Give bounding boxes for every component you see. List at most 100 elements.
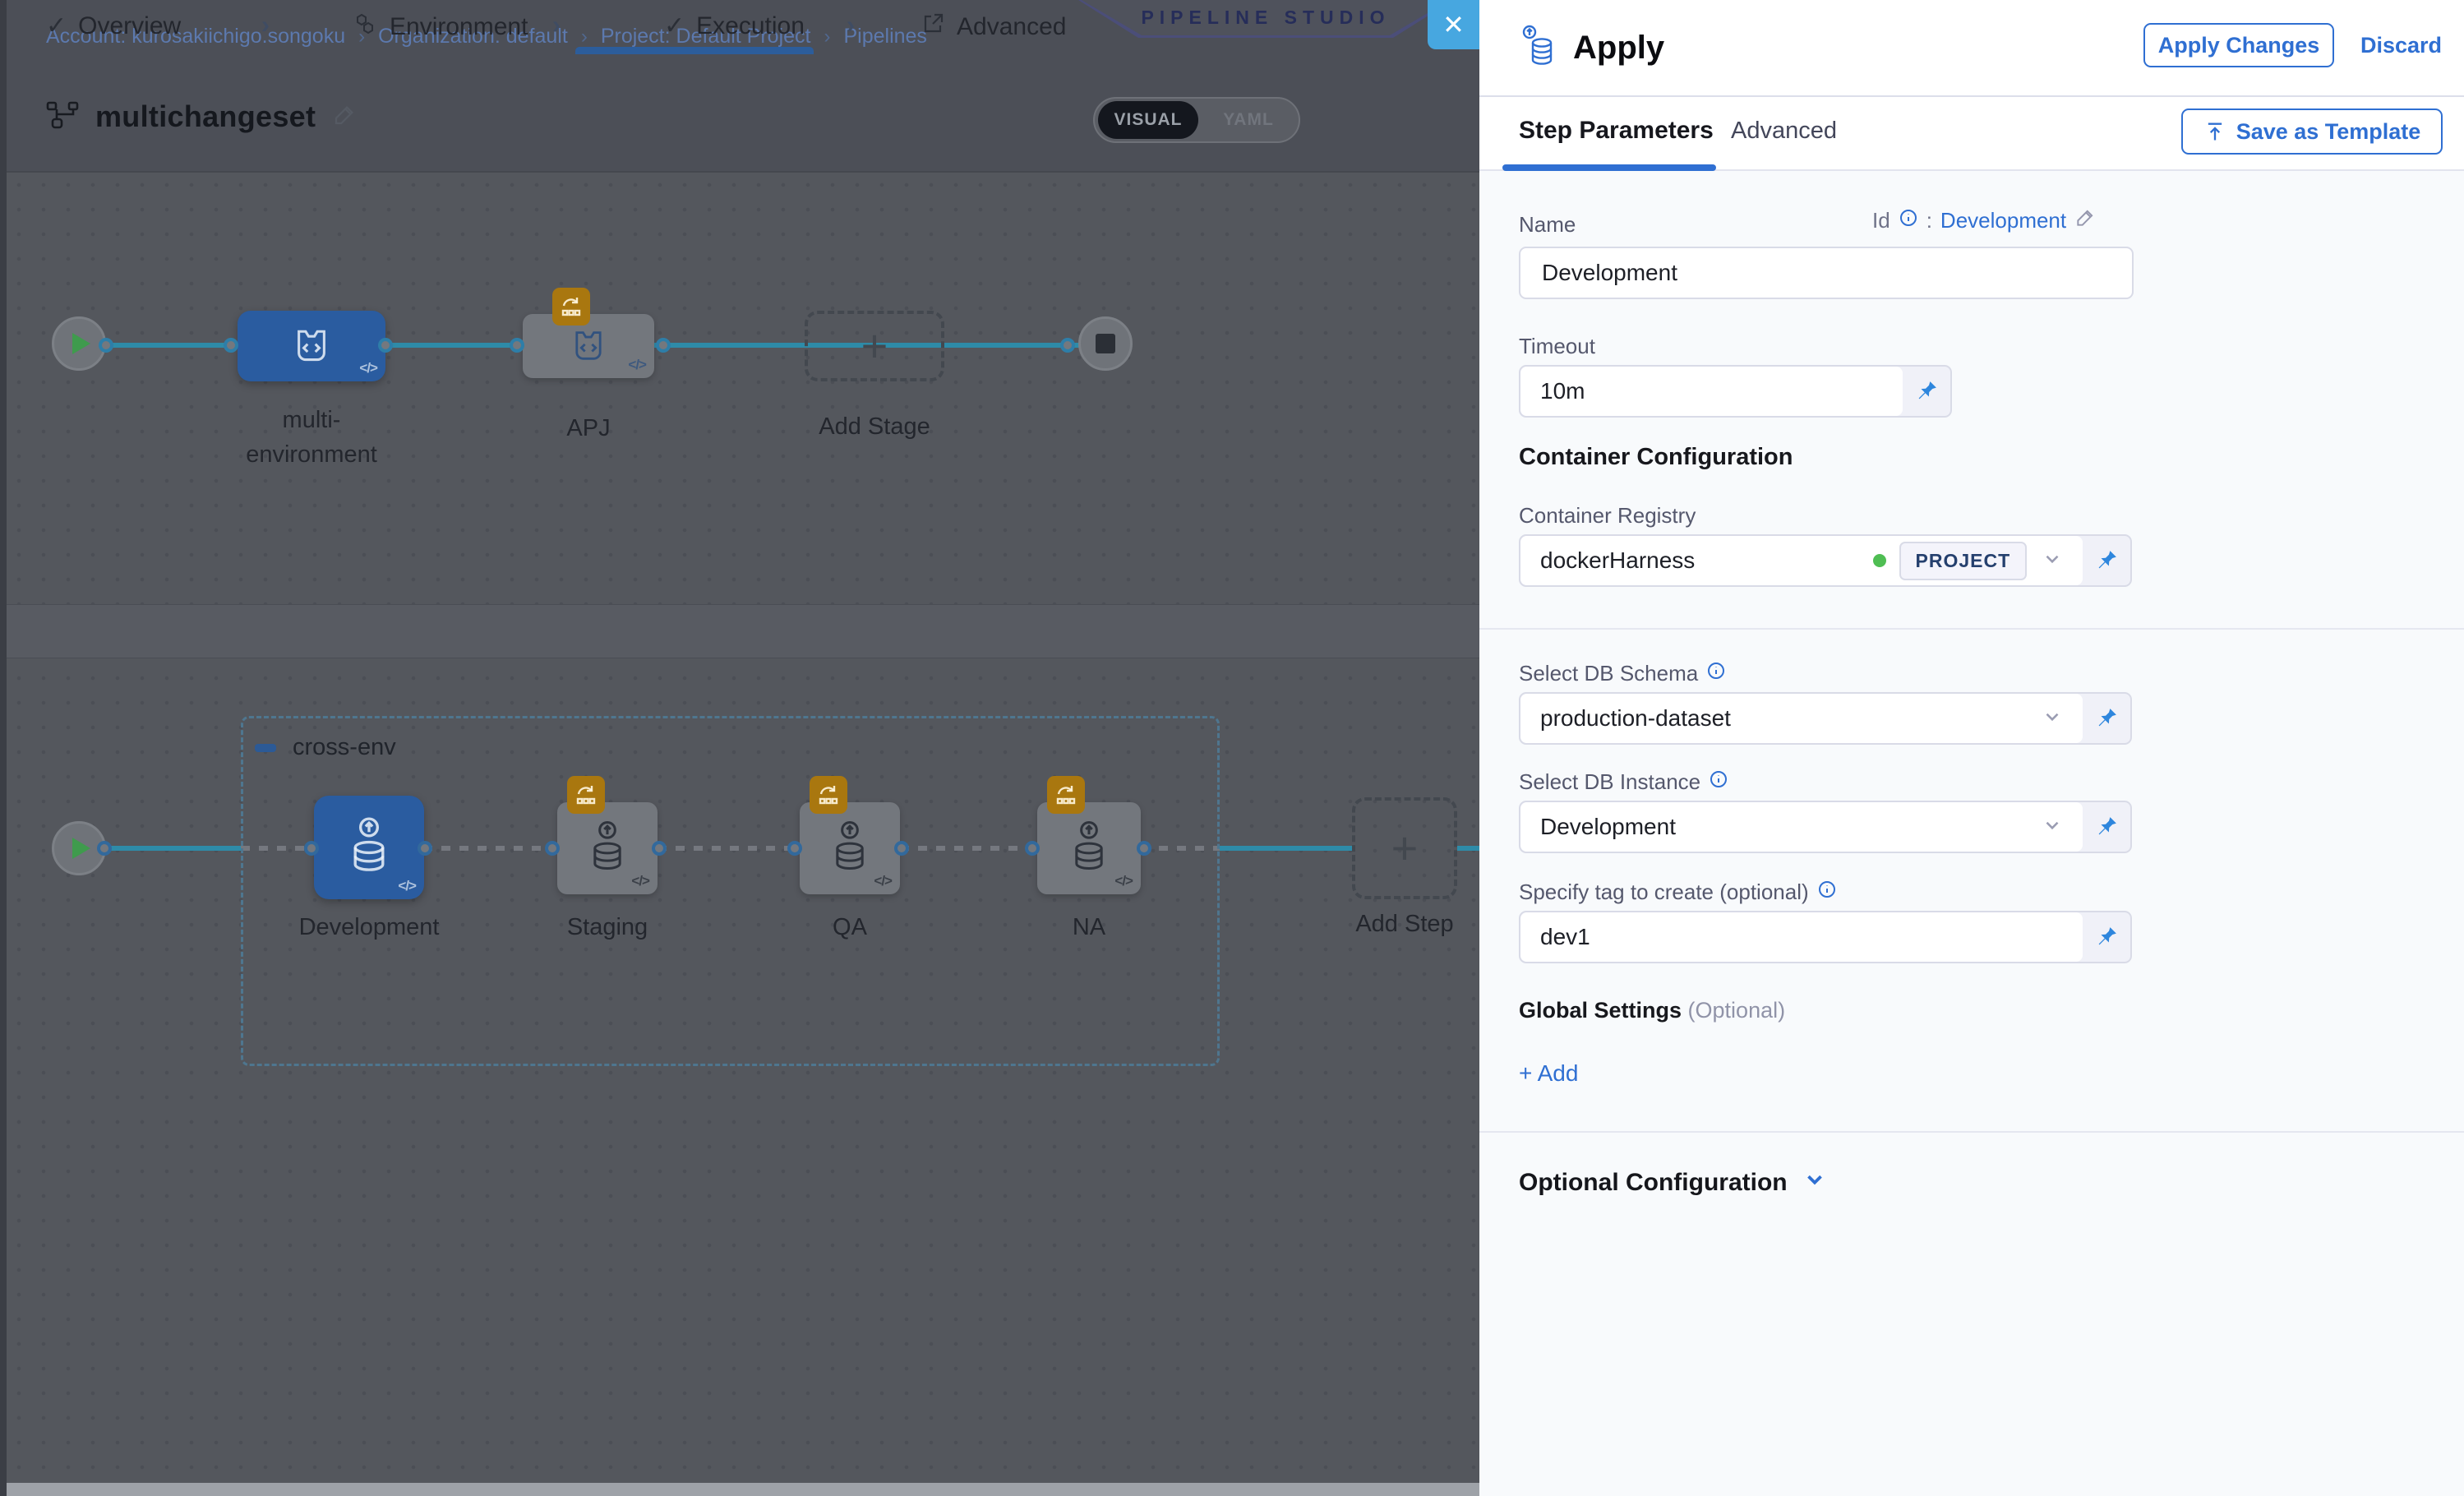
pipeline-studio-badge: PIPELINE STUDIO bbox=[1078, 0, 1453, 38]
stage-node-apj[interactable]: </> bbox=[523, 314, 654, 378]
check-icon: ✓ bbox=[46, 12, 67, 40]
tag-input[interactable] bbox=[1540, 924, 2063, 950]
tab-environment[interactable]: Environment bbox=[353, 12, 528, 43]
connector-port bbox=[510, 338, 524, 353]
close-drawer-button[interactable]: ✕ bbox=[1428, 0, 1479, 49]
db-schema-value: production-dataset bbox=[1540, 705, 2027, 732]
global-settings-heading: Global Settings (Optional) bbox=[1519, 998, 1785, 1023]
chevron-down-icon bbox=[1802, 1167, 1827, 1198]
discard-button[interactable]: Discard bbox=[2360, 33, 2442, 58]
db-schema-control: production-dataset bbox=[1519, 692, 2132, 745]
info-icon[interactable] bbox=[1709, 769, 1728, 795]
info-icon[interactable] bbox=[1706, 661, 1726, 686]
id-separator: : bbox=[1926, 208, 1932, 233]
pipeline-studio-app: Account: kurosakiichigo.songoku › Organi… bbox=[0, 0, 2464, 1496]
step-label: Add Step bbox=[1322, 911, 1479, 938]
tab-execution[interactable]: ✓ Execution bbox=[664, 12, 805, 40]
container-registry-select[interactable]: dockerHarness PROJECT bbox=[1520, 536, 2083, 585]
optional-configuration-label: Optional Configuration bbox=[1519, 1169, 1788, 1197]
fixed-value-pin-icon[interactable] bbox=[1903, 367, 1950, 416]
container-configuration-heading: Container Configuration bbox=[1519, 444, 1793, 471]
name-input[interactable] bbox=[1519, 247, 2134, 299]
tag-field-label: Specify tag to create (optional) bbox=[1519, 880, 1837, 905]
play-icon bbox=[72, 838, 90, 859]
fixed-value-pin-icon[interactable] bbox=[2083, 536, 2130, 585]
step-label: Development bbox=[279, 914, 459, 941]
db-instance-control: Development bbox=[1519, 801, 2132, 853]
breadcrumb-pipelines[interactable]: Pipelines bbox=[843, 25, 926, 48]
chevron-right-icon: › bbox=[261, 12, 270, 39]
chevron-down-icon[interactable] bbox=[2042, 548, 2063, 574]
toggle-yaml[interactable]: YAML bbox=[1198, 110, 1299, 130]
step-node-staging[interactable]: </> bbox=[557, 802, 658, 894]
yaml-code-glyph: </> bbox=[398, 878, 416, 894]
stage-node-multi-environment[interactable]: </> bbox=[238, 311, 385, 381]
tab-overview[interactable]: ✓ Overview bbox=[46, 12, 181, 40]
tag-control bbox=[1519, 911, 2132, 963]
step-group-header: cross-env bbox=[255, 734, 396, 761]
connector-port bbox=[1060, 338, 1075, 353]
rollback-badge-icon bbox=[810, 776, 847, 814]
yaml-code-glyph: </> bbox=[359, 360, 377, 376]
step-group-label: cross-env bbox=[293, 734, 396, 761]
section-divider bbox=[1479, 628, 2464, 630]
tag-input-wrap bbox=[1520, 912, 2083, 962]
collapse-group-icon[interactable] bbox=[255, 744, 276, 752]
timeout-field-label: Timeout bbox=[1519, 334, 1595, 359]
edit-title-icon[interactable] bbox=[332, 103, 357, 132]
pipeline-studio-badge-label: PIPELINE STUDIO bbox=[1141, 7, 1390, 29]
horizontal-scrollbar[interactable] bbox=[7, 1483, 1479, 1496]
stop-icon bbox=[1096, 334, 1115, 353]
rollback-badge-icon bbox=[1047, 776, 1085, 814]
fixed-value-pin-icon[interactable] bbox=[2083, 912, 2130, 962]
add-stage-button[interactable]: + bbox=[805, 311, 944, 381]
step-id-row: Id : Development bbox=[1872, 207, 2096, 234]
container-registry-value: dockerHarness bbox=[1540, 547, 1866, 574]
save-as-template-button[interactable]: Save as Template bbox=[2181, 109, 2443, 155]
pipeline-graph-icon bbox=[46, 101, 79, 133]
edit-id-icon[interactable] bbox=[2074, 207, 2096, 234]
check-icon: ✓ bbox=[664, 12, 685, 40]
timeout-input-wrap bbox=[1520, 367, 1903, 416]
stage-label: APJ bbox=[523, 415, 654, 442]
connector-port bbox=[378, 338, 393, 353]
chevron-right-icon: › bbox=[847, 12, 855, 39]
page-title: multichangeset bbox=[95, 99, 316, 134]
info-icon[interactable] bbox=[1817, 880, 1837, 905]
container-registry-control: dockerHarness PROJECT bbox=[1519, 534, 2132, 587]
step-label: Staging bbox=[533, 914, 681, 941]
add-step-button[interactable]: + bbox=[1352, 797, 1457, 899]
upload-icon bbox=[2203, 120, 2226, 143]
step-node-development[interactable]: </> bbox=[314, 796, 424, 899]
optional-configuration-toggle[interactable]: Optional Configuration bbox=[1519, 1167, 1827, 1198]
chevron-down-icon bbox=[2042, 815, 2063, 840]
tab-label: Advanced bbox=[957, 13, 1066, 41]
stage-tabstrip bbox=[7, 604, 1479, 658]
step-node-qa[interactable]: </> bbox=[800, 802, 900, 894]
yaml-code-glyph: </> bbox=[628, 357, 646, 373]
connector-port bbox=[99, 338, 113, 353]
fixed-value-pin-icon[interactable] bbox=[2083, 802, 2130, 852]
tab-advanced[interactable]: Advanced bbox=[921, 12, 1066, 43]
add-global-setting-link[interactable]: + Add bbox=[1519, 1060, 1578, 1087]
stage-label: Add Stage bbox=[792, 413, 957, 441]
step-config-drawer: Apply Apply Changes Discard Step Paramet… bbox=[1479, 0, 2464, 1496]
step-node-na[interactable]: </> bbox=[1037, 802, 1141, 894]
info-icon[interactable] bbox=[1899, 208, 1918, 233]
tab-step-advanced[interactable]: Advanced bbox=[1731, 118, 1837, 145]
visual-yaml-toggle[interactable]: VISUAL YAML bbox=[1093, 97, 1300, 143]
db-schema-select[interactable]: production-dataset bbox=[1520, 694, 2083, 743]
container-registry-label: Container Registry bbox=[1519, 503, 1696, 529]
tab-step-parameters[interactable]: Step Parameters bbox=[1519, 117, 1714, 145]
timeout-input[interactable] bbox=[1540, 378, 1883, 404]
drawer-title: Apply bbox=[1573, 30, 1664, 67]
fixed-value-pin-icon[interactable] bbox=[2083, 694, 2130, 743]
chevron-down-icon bbox=[2042, 706, 2063, 732]
name-field-label: Name bbox=[1519, 212, 1576, 238]
toggle-visual[interactable]: VISUAL bbox=[1098, 101, 1198, 139]
chevron-right-icon: › bbox=[552, 12, 561, 39]
apply-changes-button[interactable]: Apply Changes bbox=[2143, 23, 2334, 67]
pipeline-title-row: multichangeset bbox=[46, 99, 357, 134]
pipeline-end-node[interactable] bbox=[1078, 316, 1133, 371]
db-instance-select[interactable]: Development bbox=[1520, 802, 2083, 852]
